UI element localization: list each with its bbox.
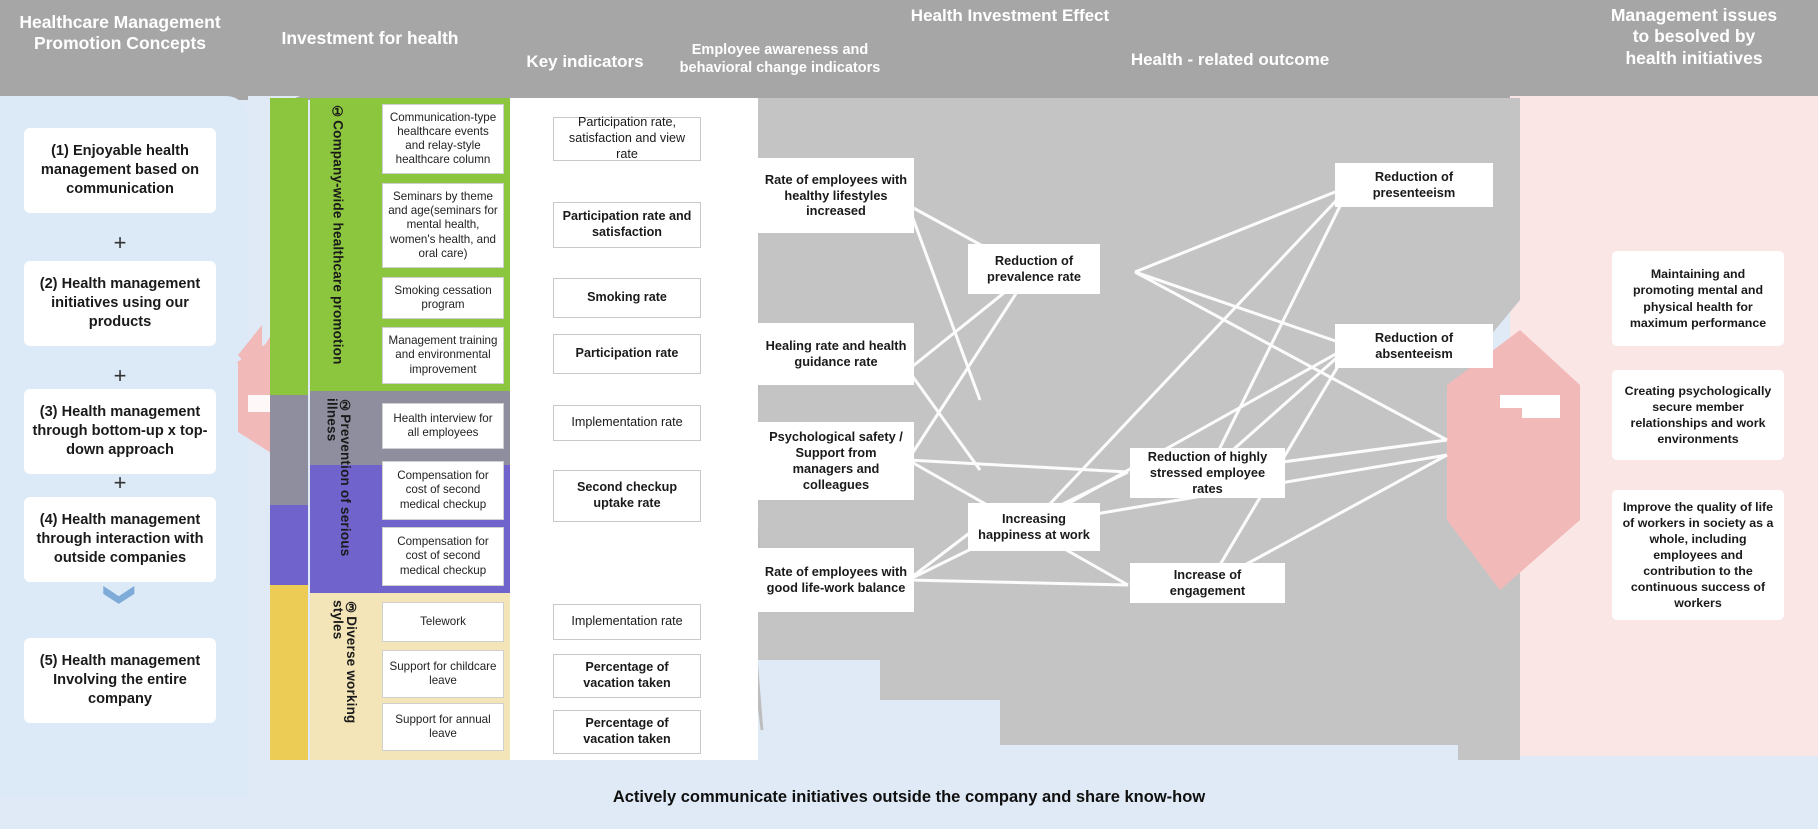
outcome-box-presenteeism: Reduction of presenteeism xyxy=(1335,163,1493,207)
investment-item-3-1: Telework xyxy=(382,602,504,642)
investment-group-label-3: ③Diverse working styles xyxy=(330,600,360,724)
investment-item-3-3: Support for annual leave xyxy=(382,703,504,751)
investment-stripe-yellow xyxy=(270,585,308,760)
key-indicator-2: Participation rate and satisfaction xyxy=(553,202,701,248)
investment-group-label-2: ②Prevention of serious illness xyxy=(324,398,354,557)
header-employee-awareness: Employee awareness and behavioral change… xyxy=(679,42,881,76)
header-health-related-outcome: Health - related outcome xyxy=(1130,50,1330,69)
diagram-canvas: Healthcare Management Promotion Concepts… xyxy=(0,0,1818,829)
outcome-box-happiness: Increasing happiness at work xyxy=(968,503,1100,551)
header-key-indicators: Key indicators xyxy=(526,52,644,71)
awareness-box-4: Rate of employees with good life-work ba… xyxy=(758,548,914,612)
concept-plus-2: + xyxy=(113,363,127,388)
concept-box-2: (2) Health management initiatives using … xyxy=(24,261,216,346)
key-indicator-6: Second checkup uptake rate xyxy=(553,470,701,522)
header-health-investment-effect: Health Investment Effect xyxy=(910,6,1110,25)
outcome-box-prevalence: Reduction of prevalence rate xyxy=(968,244,1100,294)
outcome-box-stress: Reduction of highly stressed employee ra… xyxy=(1130,448,1285,498)
investment-stripe-gray xyxy=(270,395,308,505)
outcome-box-absenteeism: Reduction of absenteeism xyxy=(1335,324,1493,368)
outcome-box-engagement: Increase of engagement xyxy=(1130,563,1285,603)
key-indicator-5: Implementation rate xyxy=(553,405,701,441)
header-investment: Investment for health xyxy=(281,28,459,48)
concept-box-1: (1) Enjoyable health management based on… xyxy=(24,128,216,213)
concept-plus-3: + xyxy=(113,470,127,495)
investment-item-3-2: Support for childcare leave xyxy=(382,650,504,698)
key-indicator-7: Implementation rate xyxy=(553,604,701,640)
investment-item-1-2: Seminars by theme and age(seminars for m… xyxy=(382,183,504,268)
awareness-box-1: Rate of employees with healthy lifestyle… xyxy=(758,158,914,233)
header-concepts: Healthcare Management Promotion Concepts xyxy=(19,12,221,54)
concept-box-5: (5) Health management Involving the enti… xyxy=(24,638,216,723)
investment-item-1-4: Management training and environmental im… xyxy=(382,327,504,384)
management-issue-2: Creating psychologically secure member r… xyxy=(1612,370,1784,460)
key-indicator-4: Participation rate xyxy=(553,334,701,374)
concept-plus-1: + xyxy=(113,230,127,255)
concept-box-3: (3) Health management through bottom-up … xyxy=(24,389,216,474)
investment-item-2-1: Health interview for all employees xyxy=(382,403,504,449)
management-issue-3: Improve the quality of life of workers i… xyxy=(1612,490,1784,620)
investment-stripe-purple xyxy=(270,505,308,585)
investment-stripe-green xyxy=(270,98,308,395)
key-indicator-3: Smoking rate xyxy=(553,278,701,318)
awareness-gutter-panel xyxy=(732,98,758,760)
awareness-box-3: Psychological safety / Support from mana… xyxy=(758,422,914,500)
footer-caption: Actively communicate initiatives outside… xyxy=(612,788,1206,806)
investment-item-2-3: Compensation for cost of second medical … xyxy=(382,527,504,586)
key-indicator-9: Percentage of vacation taken xyxy=(553,710,701,754)
investment-group-label-1: ①Company-wide healthcare promotion xyxy=(330,104,346,365)
awareness-box-2: Healing rate and health guidance rate xyxy=(758,323,914,385)
key-indicator-1: Participation rate, satisfaction and vie… xyxy=(553,115,701,161)
header-management-issues: Management issues to besolved by health … xyxy=(1610,5,1778,68)
investment-item-1-3: Smoking cessation program xyxy=(382,277,504,319)
investment-item-1-1: Communication-type healthcare events and… xyxy=(382,104,504,174)
key-indicator-8: Percentage of vacation taken xyxy=(553,654,701,698)
management-issue-1: Maintaining and promoting mental and phy… xyxy=(1612,251,1784,346)
investment-item-2-2: Compensation for cost of second medical … xyxy=(382,461,504,520)
